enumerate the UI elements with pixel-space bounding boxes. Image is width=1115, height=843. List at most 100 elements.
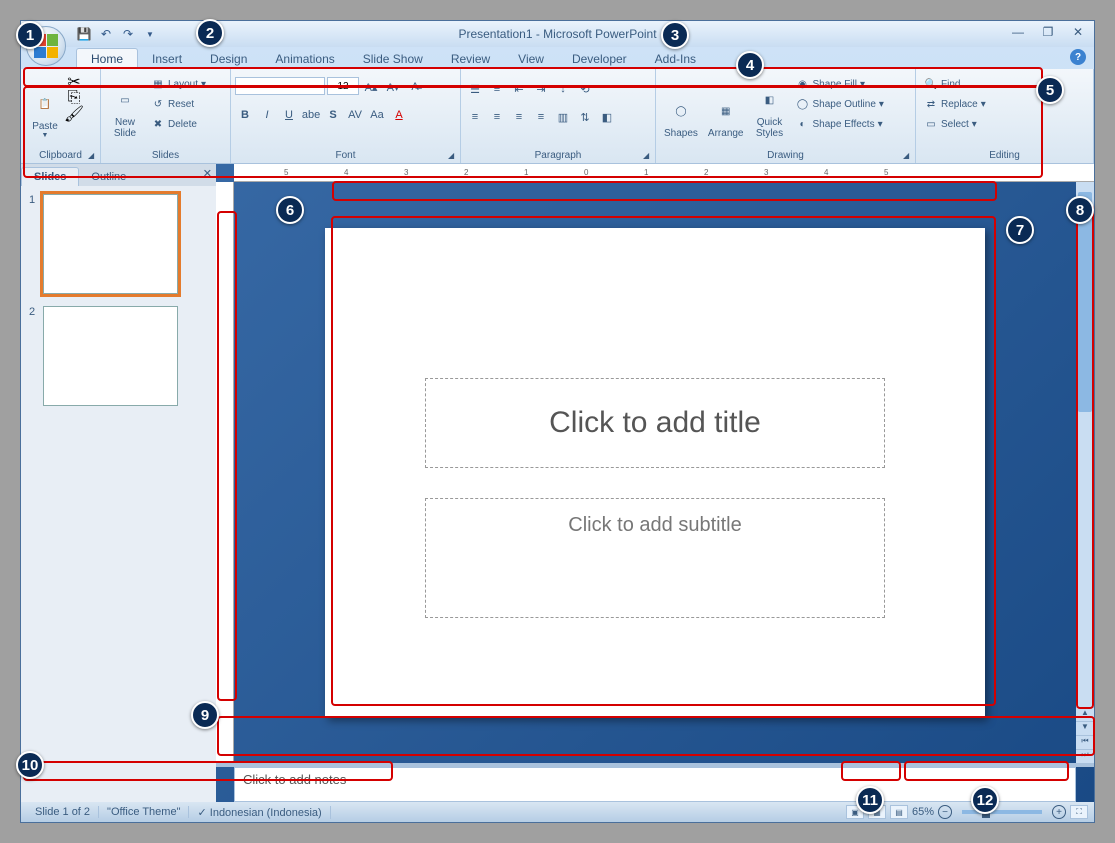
italic-button[interactable]: I <box>257 105 277 125</box>
quick-styles-button[interactable]: ◧Quick Styles <box>750 71 790 141</box>
shape-fill-button[interactable]: ◉Shape Fill ▾ <box>792 75 888 93</box>
bold-button[interactable]: B <box>235 105 255 125</box>
columns-button[interactable]: ▥ <box>553 107 573 127</box>
save-icon[interactable]: 💾 <box>76 26 92 42</box>
layout-button[interactable]: ▦Layout ▾ <box>147 75 210 93</box>
replace-button[interactable]: ⇄Replace ▾ <box>920 95 990 113</box>
tab-view[interactable]: View <box>504 49 558 69</box>
tab-design[interactable]: Design <box>196 49 261 69</box>
reset-button[interactable]: ↺Reset <box>147 95 210 113</box>
undo-icon[interactable]: ↶ <box>98 26 114 42</box>
next-slide-icon[interactable]: ⏭ <box>1076 749 1094 763</box>
strike-button[interactable]: abe <box>301 105 321 125</box>
char-spacing-button[interactable]: AV <box>345 105 365 125</box>
bullets-button[interactable]: ☰ <box>465 79 485 99</box>
font-color-button[interactable]: A <box>389 105 409 125</box>
font-launcher-icon[interactable]: ◢ <box>448 151 458 161</box>
qat-customize-icon[interactable]: ▼ <box>142 26 158 42</box>
copy-icon[interactable]: ⎘ <box>67 91 81 105</box>
help-button[interactable]: ? <box>1070 49 1086 65</box>
underline-button[interactable]: U <box>279 105 299 125</box>
shape-effects-button[interactable]: ◐Shape Effects ▾ <box>792 115 888 133</box>
prev-slide-icon[interactable]: ⏮ <box>1076 735 1094 749</box>
scrollbar-thumb[interactable] <box>1078 192 1092 412</box>
shadow-button[interactable]: S <box>323 105 343 125</box>
callout-6: 6 <box>276 196 304 224</box>
find-button[interactable]: 🔍Find <box>920 75 990 93</box>
shape-outline-button[interactable]: ◯Shape Outline ▾ <box>792 95 888 113</box>
align-right-button[interactable]: ≡ <box>509 107 529 127</box>
zoom-in-button[interactable]: + <box>1052 805 1066 819</box>
scroll-down-icon[interactable]: ▼ <box>1076 721 1094 735</box>
vertical-scrollbar[interactable]: ▲ ▼ ⏮ ⏭ <box>1076 182 1094 763</box>
line-spacing-button[interactable]: ↕ <box>553 79 573 99</box>
minimize-button[interactable]: — <box>1008 25 1028 39</box>
justify-button[interactable]: ≡ <box>531 107 551 127</box>
indent-more-button[interactable]: ⇥ <box>531 79 551 99</box>
drawing-launcher-icon[interactable]: ◢ <box>903 151 913 161</box>
align-center-button[interactable]: ≡ <box>487 107 507 127</box>
zoom-out-button[interactable]: − <box>938 805 952 819</box>
group-paragraph: ☰ ≡ ⇤ ⇥ ↕ ⟲ ≡ ≡ ≡ ≡ ▥ ⇅ ◧ Paragraph <box>461 69 656 163</box>
vertical-ruler[interactable] <box>216 182 234 763</box>
format-painter-icon[interactable]: 🖌 <box>67 107 81 121</box>
smartart-button[interactable]: ◧ <box>597 107 617 127</box>
redo-icon[interactable]: ↷ <box>120 26 136 42</box>
zoom-slider[interactable] <box>962 810 1042 814</box>
callout-7: 7 <box>1006 216 1034 244</box>
new-slide-button[interactable]: ▭ New Slide <box>105 71 145 141</box>
font-name-input[interactable] <box>235 77 325 95</box>
clipboard-launcher-icon[interactable]: ◢ <box>88 151 98 161</box>
group-editing: 🔍Find ⇄Replace ▾ ▭Select ▾ Editing <box>916 69 1094 163</box>
thumbnail-1[interactable]: 1 <box>29 194 208 294</box>
tab-addins[interactable]: Add-Ins <box>641 49 710 69</box>
align-text-button[interactable]: ⇅ <box>575 107 595 127</box>
scroll-up-icon[interactable]: ▲ <box>1076 707 1094 721</box>
close-button[interactable]: ✕ <box>1068 25 1088 39</box>
select-button[interactable]: ▭Select ▾ <box>920 115 990 133</box>
text-direction-button[interactable]: ⟲ <box>575 79 595 99</box>
horizontal-ruler[interactable]: 54321012345 <box>234 164 1094 182</box>
align-left-button[interactable]: ≡ <box>465 107 485 127</box>
zoom-value[interactable]: 65% <box>912 806 934 818</box>
callout-4: 4 <box>736 51 764 79</box>
slideshow-view-button[interactable]: ▤ <box>890 805 908 819</box>
font-size-input[interactable] <box>327 77 359 95</box>
maximize-button[interactable]: ❐ <box>1038 25 1058 39</box>
arrange-button[interactable]: ▦Arrange <box>704 71 748 141</box>
shrink-font-icon[interactable]: A▾ <box>383 77 403 97</box>
indent-less-button[interactable]: ⇤ <box>509 79 529 99</box>
slide-canvas[interactable]: Click to add title Click to add subtitle <box>325 228 985 718</box>
panel-tab-outline[interactable]: Outline <box>79 168 138 186</box>
clear-format-icon[interactable]: A̶ <box>405 77 425 97</box>
grow-font-icon[interactable]: A▴ <box>361 77 381 97</box>
tab-animations[interactable]: Animations <box>261 49 348 69</box>
tab-home[interactable]: Home <box>76 48 138 69</box>
paste-button[interactable]: 📋 Paste ▼ <box>25 71 65 141</box>
tab-review[interactable]: Review <box>437 49 504 69</box>
status-theme[interactable]: "Office Theme" <box>99 806 189 818</box>
notes-pane[interactable]: Click to add notes <box>234 767 1076 802</box>
subtitle-placeholder[interactable]: Click to add subtitle <box>425 498 885 618</box>
delete-button[interactable]: ✖Delete <box>147 115 210 133</box>
panel-tab-slides[interactable]: Slides <box>21 167 79 186</box>
group-label-font: Font <box>235 148 456 163</box>
paragraph-launcher-icon[interactable]: ◢ <box>643 151 653 161</box>
title-placeholder[interactable]: Click to add title <box>425 378 885 468</box>
numbering-button[interactable]: ≡ <box>487 79 507 99</box>
tab-slideshow[interactable]: Slide Show <box>349 49 437 69</box>
change-case-button[interactable]: Aa <box>367 105 387 125</box>
tab-developer[interactable]: Developer <box>558 49 641 69</box>
panel-close-icon[interactable]: ✕ <box>203 167 212 180</box>
shapes-button[interactable]: ◯Shapes <box>660 71 702 141</box>
status-slide-info[interactable]: Slide 1 of 2 <box>27 806 99 818</box>
group-label-editing: Editing <box>920 148 1089 163</box>
fit-window-button[interactable]: ⛶ <box>1070 805 1088 819</box>
quick-styles-icon: ◧ <box>755 85 785 115</box>
status-language[interactable]: ✓ Indonesian (Indonesia) <box>189 806 330 819</box>
group-slides: ▭ New Slide ▦Layout ▾ ↺Reset ✖Delete Sli… <box>101 69 231 163</box>
thumbnail-2[interactable]: 2 <box>29 306 208 406</box>
cut-icon[interactable]: ✂ <box>67 75 81 89</box>
tab-insert[interactable]: Insert <box>138 49 196 69</box>
callout-12: 12 <box>971 786 999 814</box>
